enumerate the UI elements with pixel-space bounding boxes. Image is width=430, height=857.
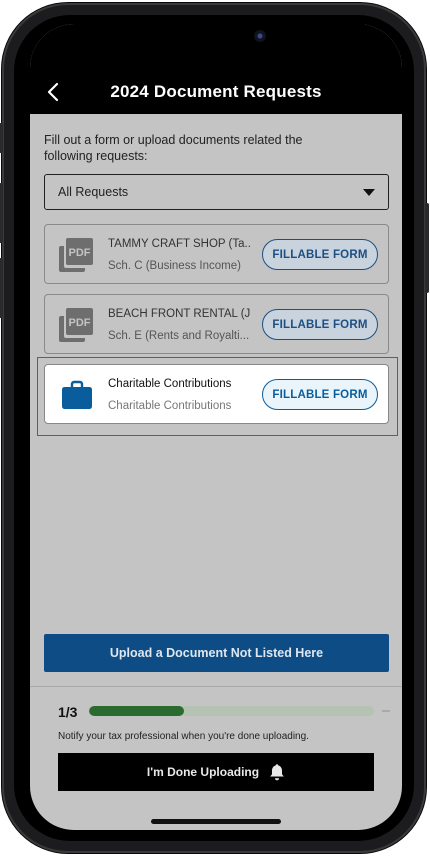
- notify-text: Notify your tax professional when you're…: [58, 731, 309, 742]
- progress-bar-fill: [89, 706, 184, 716]
- fillable-form-button[interactable]: FILLABLE FORM: [262, 309, 378, 340]
- volume-down-button: [0, 258, 3, 318]
- request-card-tammy-craft-shop[interactable]: PDF TAMMY CRAFT SHOP (Ta... Sch. C (Busi…: [44, 224, 389, 284]
- camera-icon: [254, 30, 266, 42]
- divider: [30, 686, 402, 687]
- home-indicator[interactable]: [151, 819, 281, 824]
- power-button: [425, 203, 429, 293]
- bell-icon: [270, 764, 284, 781]
- svg-text:PDF: PDF: [69, 247, 91, 259]
- progress-end-marker: [382, 710, 390, 712]
- done-uploading-button[interactable]: I'm Done Uploading: [58, 753, 374, 791]
- upload-document-button[interactable]: Upload a Document Not Listed Here: [44, 634, 389, 672]
- page-title: 2024 Document Requests: [110, 82, 322, 101]
- request-title: BEACH FRONT RENTAL (J...: [108, 308, 251, 320]
- app-screen: 2024 Document Requests Fill out a form o…: [30, 24, 402, 830]
- progress-bar: [89, 706, 374, 716]
- request-filter-value: All Requests: [58, 185, 129, 199]
- mute-switch: [0, 123, 3, 153]
- request-title: TAMMY CRAFT SHOP (Ta...: [108, 238, 251, 250]
- pdf-icon: PDF: [59, 238, 93, 272]
- volume-up-button: [0, 183, 3, 243]
- focus-highlight-outline: [37, 357, 398, 436]
- svg-text:PDF: PDF: [69, 317, 91, 329]
- request-card-beach-front-rental[interactable]: PDF BEACH FRONT RENTAL (J... Sch. E (Ren…: [44, 294, 389, 354]
- request-filter-select[interactable]: All Requests: [44, 174, 389, 210]
- done-uploading-label: I'm Done Uploading: [146, 765, 260, 779]
- progress-label: 1/3: [58, 704, 78, 720]
- request-subtitle: Sch. E (Rents and Royalti...: [108, 330, 250, 342]
- fillable-form-button[interactable]: FILLABLE FORM: [262, 239, 378, 270]
- caret-down-icon: [363, 188, 375, 196]
- pdf-icon: PDF: [59, 308, 93, 342]
- request-subtitle: Sch. C (Business Income): [108, 260, 241, 272]
- intro-text: Fill out a form or upload documents rela…: [44, 133, 303, 163]
